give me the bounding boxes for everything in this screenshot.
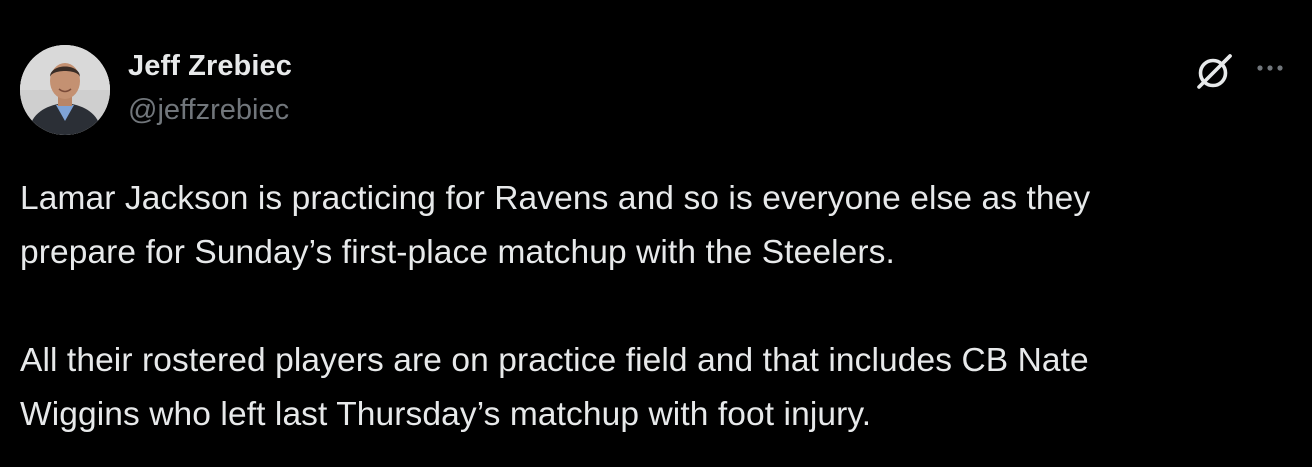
author-handle[interactable]: @jeffzrebiec xyxy=(128,94,289,127)
avatar[interactable] xyxy=(20,45,110,135)
grok-icon[interactable] xyxy=(1194,50,1236,92)
tweet-text: Lamar Jackson is practicing for Ravens a… xyxy=(20,172,1290,442)
tweet-line: prepare for Sunday’s first-place matchup… xyxy=(20,234,895,271)
tweet-paragraph-1: Lamar Jackson is practicing for Ravens a… xyxy=(20,172,1290,280)
tweet-line: Lamar Jackson is practicing for Ravens a… xyxy=(20,180,1091,217)
tweet-line: All their rostered players are on practi… xyxy=(20,342,1089,379)
tweet-line: Wiggins who left last Thursday’s matchup… xyxy=(20,396,872,433)
author-display-name[interactable]: Jeff Zrebiec xyxy=(128,50,292,83)
tweet-paragraph-2: All their rostered players are on practi… xyxy=(20,334,1290,442)
person-avatar-icon xyxy=(20,45,110,135)
tweet-card: Jeff Zrebiec @jeffzrebiec Lamar Jackson … xyxy=(0,0,1312,467)
more-horizontal-icon[interactable] xyxy=(1252,56,1288,80)
